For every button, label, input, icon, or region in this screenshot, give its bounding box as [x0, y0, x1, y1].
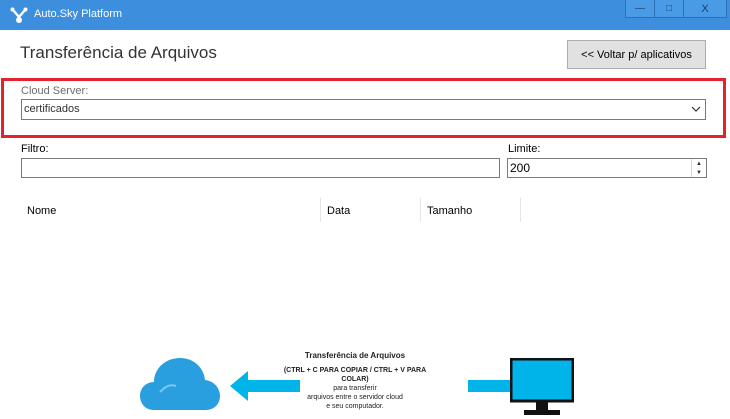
info-title: Transferência de Arquivos [304, 351, 406, 360]
spin-up-icon[interactable]: ▲ [692, 159, 706, 168]
cloud-server-value: certificados [24, 103, 80, 115]
info-line-1: para transferir [333, 385, 377, 392]
file-list-header: Nome Data Tamanho [21, 198, 521, 222]
filter-label: Filtro: [21, 143, 49, 155]
spin-down-icon[interactable]: ▼ [692, 168, 706, 177]
minimize-button[interactable]: — [625, 0, 654, 18]
monitor-icon [510, 358, 574, 415]
column-header-name[interactable]: Nome [21, 198, 321, 222]
limit-label: Limite: [508, 143, 541, 155]
cloud-server-select[interactable]: certificados [21, 99, 706, 120]
cloud-icon [140, 358, 220, 410]
info-shortcut: (CTRL + C PARA COPIAR / CTRL + V PARA CO… [283, 367, 427, 383]
limit-stepper[interactable]: 200 ▲ ▼ [507, 158, 707, 178]
chevron-down-icon [691, 106, 701, 112]
maximize-button[interactable]: □ [654, 0, 683, 18]
info-line-2: arquivos entre o servidor cloud [307, 394, 403, 401]
limit-spinner[interactable]: ▲ ▼ [691, 159, 706, 177]
info-line-3: e seu computador. [326, 403, 384, 410]
back-to-apps-button[interactable]: << Voltar p/ aplicativos [567, 40, 706, 69]
transfer-info: Transferência de Arquivos (CTRL + C PARA… [270, 351, 440, 411]
column-header-size[interactable]: Tamanho [421, 198, 521, 222]
filter-input[interactable] [21, 158, 500, 178]
close-button[interactable]: X [683, 0, 727, 18]
limit-value: 200 [510, 161, 531, 175]
page-title: Transferência de Arquivos [20, 43, 217, 62]
app-logo-icon [10, 7, 28, 23]
title-bar: Auto.Sky Platform — □ X [0, 0, 730, 30]
column-header-date[interactable]: Data [321, 198, 421, 222]
cloud-server-label: Cloud Server: [21, 85, 89, 97]
window-title: Auto.Sky Platform [34, 8, 123, 20]
